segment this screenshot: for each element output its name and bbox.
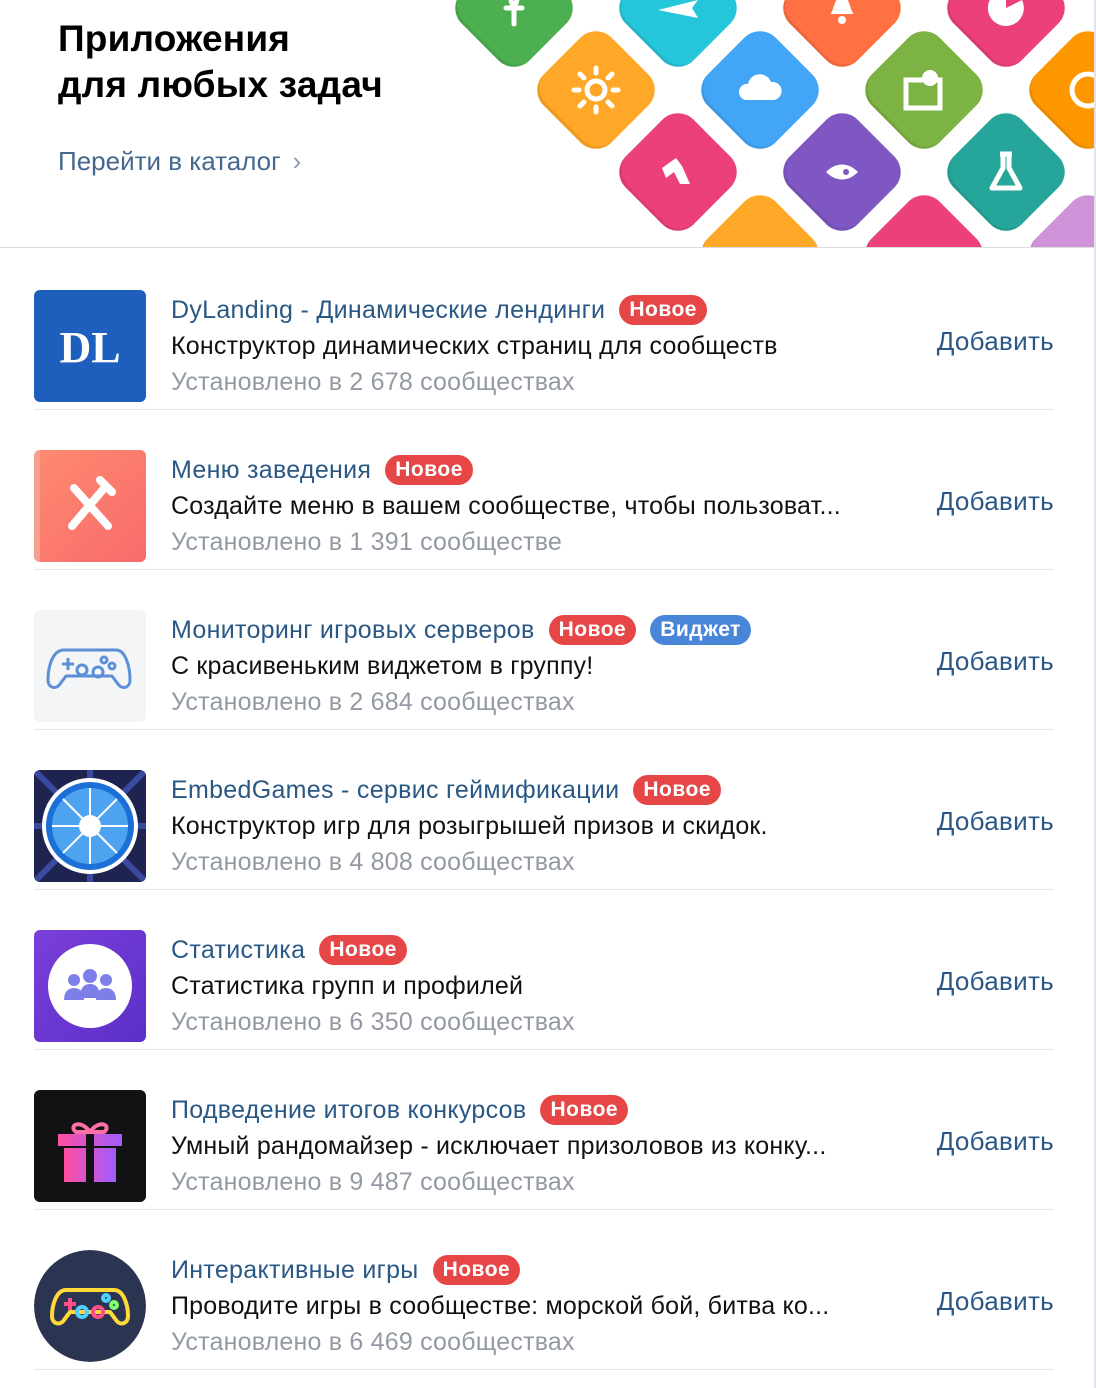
add-app-button[interactable]: Добавить: [937, 1126, 1054, 1157]
sun-icon: [571, 65, 621, 115]
title-line-1: Приложения: [58, 18, 291, 59]
clock-icon: [1069, 71, 1094, 109]
pacman-icon: [987, 0, 1024, 26]
flower-icon: [503, 0, 525, 27]
add-app-button[interactable]: Добавить: [937, 646, 1054, 677]
new-badge: Новое: [319, 935, 407, 965]
app-install-count: Установлено в 2 678 сообществах: [171, 368, 575, 396]
widget-badge: Виджет: [650, 615, 751, 645]
app-install-count: Установлено в 1 391 сообществе: [171, 528, 563, 556]
title-line-2: для любых задач: [58, 64, 383, 105]
new-badge: Новое: [385, 455, 473, 485]
add-app-button[interactable]: Добавить: [937, 806, 1054, 837]
app-description: Проводите игры в сообществе: морской бой…: [171, 1292, 830, 1320]
app-name-link[interactable]: Меню заведения: [171, 456, 371, 485]
bell-icon: [830, 0, 854, 25]
add-app-button[interactable]: Добавить: [937, 1286, 1054, 1317]
app-install-count: Установлено в 6 469 сообществах: [171, 1328, 575, 1356]
app-row: Подведение итогов конкурсов Новое Умный …: [34, 1050, 1054, 1210]
app-install-count: Установлено в 9 487 сообществах: [171, 1168, 575, 1196]
app-description: Статистика групп и профилей: [171, 972, 524, 1000]
app-install-count: Установлено в 6 350 сообществах: [171, 1008, 575, 1036]
app-name-link[interactable]: DyLanding - Динамические лендинги: [171, 296, 605, 325]
app-description: С красивеньким виджетом в группу!: [171, 652, 594, 680]
new-badge: Новое: [633, 775, 722, 805]
rocket-icon: [826, 164, 858, 180]
app-row: Мониторинг игровых серверов Новое Виджет…: [34, 570, 1054, 730]
app-row: Статистика Новое Статистика групп и проф…: [34, 890, 1054, 1050]
app-info: Меню заведения Новое Создайте меню в ваш…: [171, 452, 911, 560]
dylanding-logo[interactable]: DL: [34, 290, 146, 402]
flask-icon: [989, 151, 1023, 191]
new-badge: Новое: [432, 1255, 521, 1285]
app-description: Конструктор игр для розыгрышей призов и …: [171, 812, 768, 840]
app-row: DL DyLanding - Динамические лендинги Нов…: [34, 250, 1054, 410]
app-info: Мониторинг игровых серверов Новое Виджет…: [171, 612, 911, 720]
cloud-icon: [738, 74, 782, 100]
app-row: Интерактивные игры Новое Проводите игры …: [34, 1210, 1054, 1370]
embedgames-app-icon[interactable]: [34, 770, 146, 882]
menu-app-icon[interactable]: [34, 450, 146, 562]
catalog-link[interactable]: Перейти в каталог ›: [58, 146, 301, 177]
map-pin-icon: [903, 70, 943, 111]
app-install-count: Установлено в 2 684 сообществах: [171, 688, 575, 716]
new-badge: Новое: [540, 1095, 629, 1125]
app-description: Создайте меню в вашем сообществе, чтобы …: [171, 492, 841, 520]
catalog-link-label: Перейти в каталог: [58, 146, 281, 176]
add-app-button[interactable]: Добавить: [937, 966, 1054, 997]
add-app-button[interactable]: Добавить: [937, 326, 1054, 357]
new-badge: Новое: [619, 295, 707, 325]
app-name-link[interactable]: Подведение итогов конкурсов: [171, 1096, 526, 1125]
app-name-link[interactable]: Мониторинг игровых серверов: [171, 616, 535, 645]
interactive-games-app-icon[interactable]: [34, 1250, 146, 1362]
monitoring-app-icon[interactable]: [34, 610, 146, 722]
app-name-link[interactable]: EmbedGames - сервис геймификации: [171, 776, 619, 805]
contest-app-icon[interactable]: [34, 1090, 146, 1202]
app-list: DL DyLanding - Динамические лендинги Нов…: [34, 250, 1054, 1370]
app-info: DyLanding - Динамические лендинги Новое …: [171, 292, 911, 400]
add-app-button[interactable]: Добавить: [937, 486, 1054, 517]
boot-icon: [662, 158, 690, 184]
app-description: Умный рандомайзер - исключает призоловов…: [171, 1132, 827, 1160]
prize-wheel-icon: [42, 778, 138, 874]
airplane-icon: [658, 0, 698, 19]
app-name-link[interactable]: Интерактивные игры: [171, 1256, 419, 1285]
app-description: Конструктор динамических страниц для соо…: [171, 332, 778, 360]
statistics-app-icon[interactable]: [34, 930, 146, 1042]
app-row: EmbedGames - сервис геймификации Новое К…: [34, 730, 1054, 890]
new-badge: Новое: [548, 615, 637, 645]
app-info: Статистика Новое Статистика групп и проф…: [171, 932, 911, 1040]
header-divider: [0, 247, 1094, 248]
app-info: EmbedGames - сервис геймификации Новое К…: [171, 772, 911, 880]
app-info: Интерактивные игры Новое Проводите игры …: [171, 1252, 911, 1360]
page-title: Приложения для любых задач: [58, 16, 383, 108]
app-install-count: Установлено в 4 808 сообществах: [171, 848, 575, 876]
app-name-link[interactable]: Статистика: [171, 936, 305, 965]
catalog-promo-header: Приложения для любых задач Перейти в кат…: [0, 0, 1094, 248]
dylanding-logo-text: DL: [59, 323, 120, 372]
chevron-right-icon: ›: [292, 146, 302, 176]
app-info: Подведение итогов конкурсов Новое Умный …: [171, 1092, 911, 1200]
app-row: Меню заведения Новое Создайте меню в ваш…: [34, 410, 1054, 570]
